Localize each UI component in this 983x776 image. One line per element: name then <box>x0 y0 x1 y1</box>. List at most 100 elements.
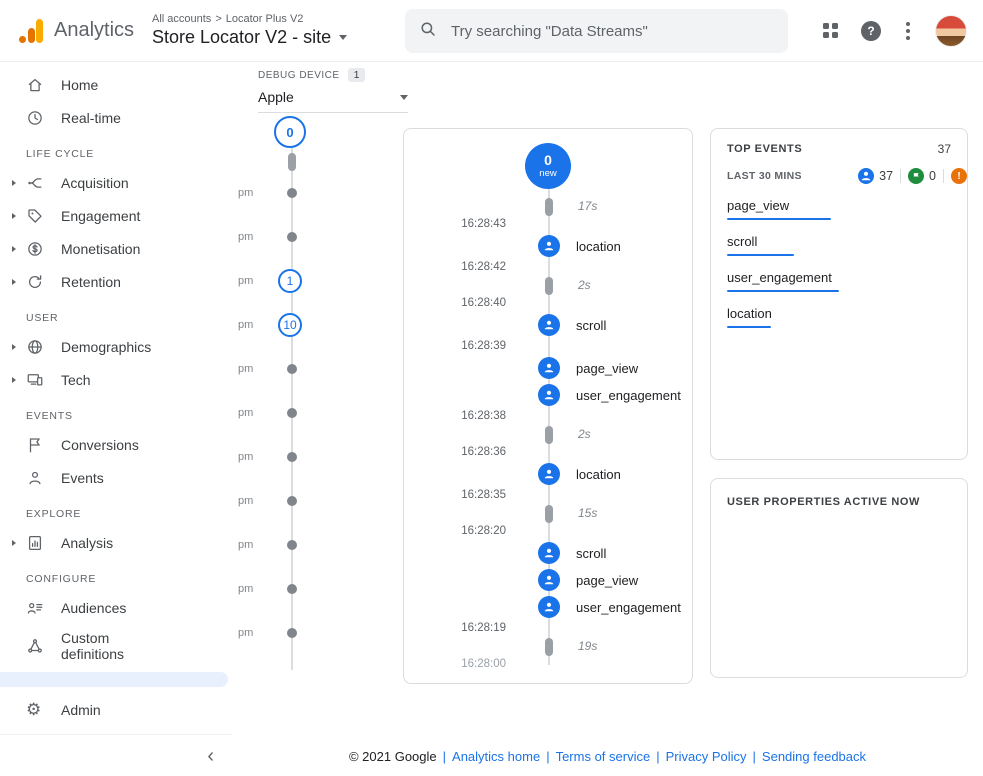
conversions-count-icon <box>908 168 924 184</box>
stream-event-row[interactable]: location <box>404 233 692 260</box>
expand-arrow-icon <box>10 213 26 219</box>
sidebar-item-admin[interactable]: ⚙Admin <box>0 693 232 726</box>
debug-device-count-badge: 1 <box>348 68 366 82</box>
retention-icon <box>26 273 48 291</box>
top-event-bar <box>727 254 794 256</box>
sidebar-active-item-highlight[interactable] <box>0 672 228 687</box>
sidebar-item-label: Custom definitions <box>61 630 147 662</box>
minute-count-marker[interactable]: 1 <box>278 269 302 293</box>
footer-link-privacy-policy[interactable]: Privacy Policy <box>666 749 747 764</box>
user-avatar[interactable] <box>935 15 967 47</box>
stream-start-count: 0 <box>544 153 552 168</box>
apps-grid-icon[interactable] <box>823 23 839 39</box>
stream-gap-row: 2s <box>404 425 692 445</box>
sidebar-item-engagement[interactable]: Engagement <box>0 199 232 232</box>
stream-event-row[interactable]: user_engagement <box>404 382 692 409</box>
footer-link-sending-feedback[interactable]: Sending feedback <box>762 749 866 764</box>
footer-link-analytics-home[interactable]: Analytics home <box>452 749 540 764</box>
sidebar-section-user: USER <box>0 298 232 330</box>
top-event-name: location <box>727 306 951 321</box>
sidebar-item-retention[interactable]: Retention <box>0 265 232 298</box>
sidebar-item-audiences[interactable]: Audiences <box>0 591 232 624</box>
expand-arrow-icon <box>10 279 26 285</box>
stream-event-row[interactable]: scroll <box>404 540 692 567</box>
sidebar-item-custom-definitions[interactable]: Custom definitions <box>0 624 232 668</box>
sidebar-item-monetisation[interactable]: Monetisation <box>0 232 232 265</box>
stream-event-row[interactable]: scroll <box>404 312 692 339</box>
top-event-bar <box>727 326 771 328</box>
sidebar-item-analysis[interactable]: Analysis <box>0 526 232 559</box>
footer-link-terms-of-service[interactable]: Terms of service <box>556 749 651 764</box>
demographics-icon <box>26 338 48 356</box>
expand-arrow-icon <box>10 540 26 546</box>
sidebar-item-label: Events <box>61 470 104 486</box>
active-users-count-icon <box>858 168 874 184</box>
debug-device-select[interactable]: Apple <box>258 89 408 113</box>
stream-event-row[interactable]: page_view <box>404 567 692 594</box>
gap-capsule <box>545 638 553 656</box>
sidebar-item-events[interactable]: Events <box>0 461 232 494</box>
minute-dot-marker <box>287 496 297 506</box>
counter-value: 0 <box>929 169 936 183</box>
user-properties-title: USER PROPERTIES ACTIVE NOW <box>727 496 920 508</box>
chevron-down-icon <box>400 95 408 100</box>
monetisation-icon <box>26 240 48 258</box>
minute-timeline-row: pm 10 <box>238 303 330 347</box>
sidebar-item-conversions[interactable]: Conversions <box>0 428 232 461</box>
top-event-row[interactable]: location <box>727 306 951 328</box>
stream-event-row[interactable]: page_view <box>404 355 692 382</box>
counter-errors-count-icon: ! <box>951 168 967 184</box>
copyright-text: © 2021 Google <box>349 749 437 764</box>
expand-arrow-icon <box>10 344 26 350</box>
sidebar-item-acquisition[interactable]: Acquisition <box>0 166 232 199</box>
minute-count-marker[interactable]: 10 <box>278 313 302 337</box>
event-person-icon <box>538 314 560 336</box>
minute-period-label: pm <box>238 583 253 595</box>
top-event-row[interactable]: scroll <box>727 234 951 256</box>
minute-dot-marker <box>287 408 297 418</box>
breadcrumb[interactable]: All accounts > Locator Plus V2 <box>152 13 347 25</box>
collapse-sidebar-button[interactable] <box>207 746 214 766</box>
sidebar-item-real-time[interactable]: Real-time <box>0 101 232 134</box>
gap-duration-label: 17s <box>578 199 597 213</box>
minute-period-label: pm <box>238 319 253 331</box>
help-icon[interactable] <box>861 21 881 41</box>
timestamp-label: 16:28:42 <box>404 261 506 273</box>
minute-period-label: pm <box>238 627 253 639</box>
event-name: scroll <box>576 546 606 561</box>
gap-capsule <box>545 426 553 444</box>
sidebar-item-demographics[interactable]: Demographics <box>0 330 232 363</box>
kebab-menu-icon[interactable] <box>903 19 913 43</box>
counter-divider <box>900 169 901 183</box>
sidebar-item-home[interactable]: Home <box>0 68 232 101</box>
stream-timestamp-row: 16:28:20 <box>404 524 692 540</box>
search-bar[interactable] <box>405 9 788 53</box>
stream-event-row[interactable]: location <box>404 461 692 488</box>
search-input[interactable] <box>449 22 774 41</box>
minute-period-label: pm <box>238 495 253 507</box>
counter-conversions-count-icon: 0 <box>908 168 936 184</box>
stream-start-marker[interactable]: 0 new <box>525 143 571 189</box>
minute-period-label: pm <box>238 275 253 287</box>
event-person-icon <box>538 235 560 257</box>
minute-dot-marker <box>287 628 297 638</box>
top-event-row[interactable]: user_engagement <box>727 270 951 292</box>
top-event-row[interactable]: page_view <box>727 198 951 220</box>
event-person-icon <box>538 384 560 406</box>
gap-duration-label: 19s <box>578 639 597 653</box>
breadcrumb-current: Locator Plus V2 <box>226 13 304 25</box>
analytics-logo[interactable]: Analytics <box>18 18 140 44</box>
timestamp-label: 16:28:19 <box>404 622 506 634</box>
minute-timeline-row: pm <box>238 611 330 655</box>
gap-capsule <box>545 198 553 216</box>
breadcrumb-root[interactable]: All accounts <box>152 13 211 25</box>
sidebar-item-tech[interactable]: Tech <box>0 363 232 396</box>
sidebar-item-label: Demographics <box>61 339 151 355</box>
property-selector[interactable]: Store Locator V2 - site <box>152 27 347 48</box>
sidebar-item-label: Acquisition <box>61 175 129 191</box>
stream-event-row[interactable]: user_engagement <box>404 594 692 621</box>
stream-timestamp-row: 16:28:19 <box>404 621 692 637</box>
clock-icon <box>26 109 48 127</box>
sidebar-item-label: Analysis <box>61 535 113 551</box>
minute-start-marker[interactable]: 0 <box>274 116 306 148</box>
